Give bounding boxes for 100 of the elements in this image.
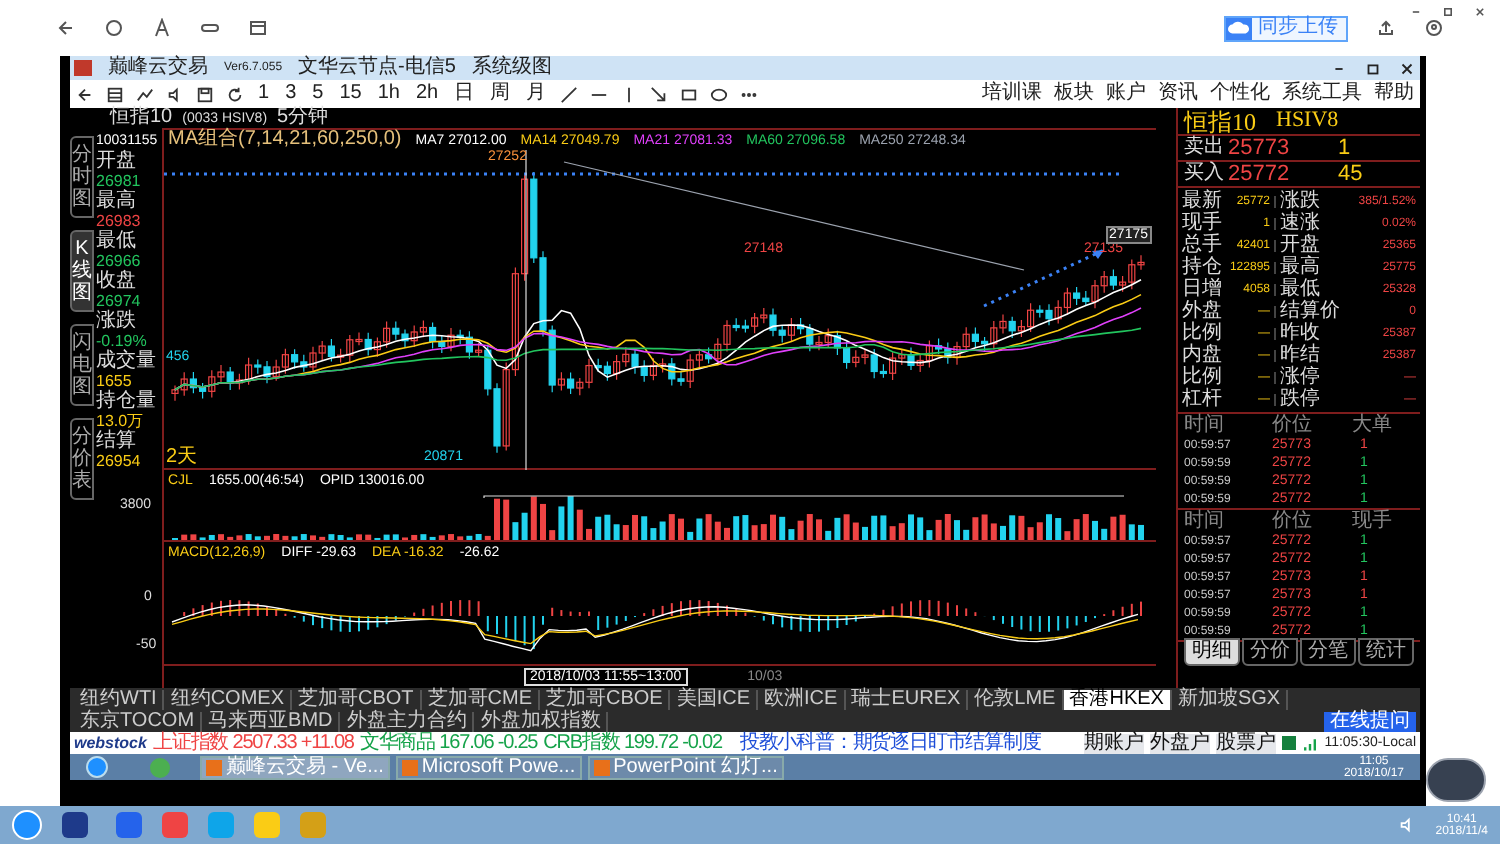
connection-indicator-icon [1282,736,1297,750]
period-button[interactable]: 周 [488,84,513,104]
line-chart-icon[interactable] [136,85,154,103]
table-icon[interactable] [106,85,124,103]
panel-tab[interactable]: 明细 [1184,638,1240,666]
side-tab[interactable]: K线图 [70,230,94,312]
side-tab[interactable]: 闪电图 [70,324,94,406]
info-label: 持仓量 [96,390,158,412]
font-size-icon[interactable] [152,18,172,38]
online-question-button[interactable]: 在线提问 [1324,711,1416,731]
index-quote: 上证指数 2507.33 +11.08 [152,733,354,753]
market-tab[interactable]: 美国ICE [670,689,759,709]
app-icon [401,759,418,775]
legend-item: MA组合(7,14,21,60,250,0) [168,130,402,150]
start-button[interactable] [86,756,108,778]
quote-label: 昨收 [1278,323,1320,343]
panel-tab[interactable]: 分笔 [1300,638,1356,666]
quote-label: 现手 [1182,213,1224,233]
menu-item[interactable]: 资讯 [1158,84,1198,104]
taskbar-button[interactable]: Microsoft Powe... [395,755,582,779]
taskbar-app-icon[interactable] [62,812,88,838]
menu-item[interactable]: 帮助 [1374,84,1414,104]
quote-price: 25772 [1228,163,1292,185]
arrow-icon[interactable] [650,85,669,103]
app-title: 巅峰云交易 [108,58,208,78]
market-tab[interactable]: 瑞士EUREX [845,689,969,709]
ellipse-icon[interactable] [710,85,729,103]
restore-icon[interactable] [1364,59,1382,77]
quote-label: 比例 [1182,323,1224,343]
market-tab[interactable]: 欧洲ICE [758,689,846,709]
period-button[interactable]: 月 [524,84,549,104]
info-label: 最高 [96,190,136,212]
back-icon[interactable] [56,18,76,38]
link-icon[interactable] [200,18,220,38]
info-value: 26954 [96,452,143,470]
save-icon[interactable] [196,85,214,103]
period-dropdown[interactable]: 5分钟 [277,108,329,128]
quote-label: 外盘 [1182,301,1224,321]
menu-title[interactable]: 系统级图 [471,58,552,78]
rectangle-icon[interactable] [680,85,699,103]
menu-item[interactable]: 系统工具 [1282,84,1362,104]
quote-label: 卖出 [1184,138,1224,158]
account-button[interactable]: 外盘户 [1150,733,1211,753]
side-tab[interactable]: 分价表 [70,418,94,500]
close-icon[interactable] [1472,4,1488,20]
quote-label: 开盘 [1278,235,1322,255]
index-quote: 文华商品 167.06 -0.25 [359,733,538,753]
speaker-icon[interactable] [166,85,184,103]
quote-label: 最高 [1278,257,1322,277]
server-node[interactable]: 文华云节点-电信5 [298,58,456,78]
app-icon [206,759,222,775]
quote-quantity: 45 [1338,163,1363,185]
period-button[interactable]: 5 [310,84,326,104]
account-button[interactable]: 股票户 [1216,733,1277,753]
account-button[interactable]: 期账户 [1084,733,1145,753]
market-tab[interactable]: 芝加哥CME [421,689,541,709]
quote-label: 速涨 [1278,213,1322,233]
info-label: 收盘 [96,270,138,292]
period-button[interactable]: 3 [283,84,299,104]
quote-label: 买入 [1184,164,1226,184]
market-tab[interactable]: 芝加哥CBOE [540,689,671,709]
panel-tab[interactable]: 统计 [1358,638,1414,666]
period-button[interactable]: 15 [337,84,364,104]
side-tab[interactable]: 分时图 [70,136,94,218]
column-header: 时间 [1184,511,1226,531]
quote-code: HSIV8 [1276,110,1339,132]
market-tab[interactable]: 纽约WTI [74,689,165,709]
column-header: 现手 [1352,511,1392,531]
period-button[interactable]: 1h [375,84,402,104]
market-tab[interactable]: 纽约COMEX [164,689,292,709]
menu-item[interactable]: 账户 [1106,84,1146,104]
column-header: 价位 [1272,415,1314,435]
market-tab[interactable]: 新加坡SGX [1171,689,1289,709]
quote-quantity: 1 [1338,137,1351,159]
close-icon[interactable] [1398,59,1416,77]
quote-label: 跌停 [1278,389,1322,409]
menu-item[interactable]: 个性化 [1210,84,1270,104]
period-button[interactable]: 日 [452,84,477,104]
user-icon[interactable] [1424,18,1444,38]
info-label: 结算 [96,430,138,452]
instrument-name: 恒指10 [110,108,173,128]
maximize-icon[interactable] [1440,4,1456,20]
quote-label: 最低 [1278,279,1320,299]
quote-label: 昨结 [1278,345,1322,365]
market-tab[interactable]: 芝加哥CBOT [292,689,422,709]
period-button[interactable]: 2h [413,84,441,104]
taskbar-button[interactable]: PowerPoint 幻灯... [587,755,784,779]
back-icon[interactable] [76,85,94,103]
panel-tab[interactable]: 分价 [1242,638,1298,666]
period-button[interactable]: 1 [256,84,272,104]
draw-line-icon[interactable] [560,85,579,103]
share-icon[interactable] [1376,18,1396,38]
info-value: 13.0万 [96,412,146,430]
menu-item[interactable]: 培训课 [982,84,1042,104]
info-value: 26974 [96,292,143,310]
tab-icon[interactable] [248,18,268,38]
info-value: 1655 [96,372,134,390]
menu-item[interactable]: 板块 [1054,84,1094,104]
market-tab[interactable]: 香港HKEX [1063,689,1172,709]
notice-link[interactable]: 投教小科普：期货逐日盯市结算制度 [739,733,1041,753]
